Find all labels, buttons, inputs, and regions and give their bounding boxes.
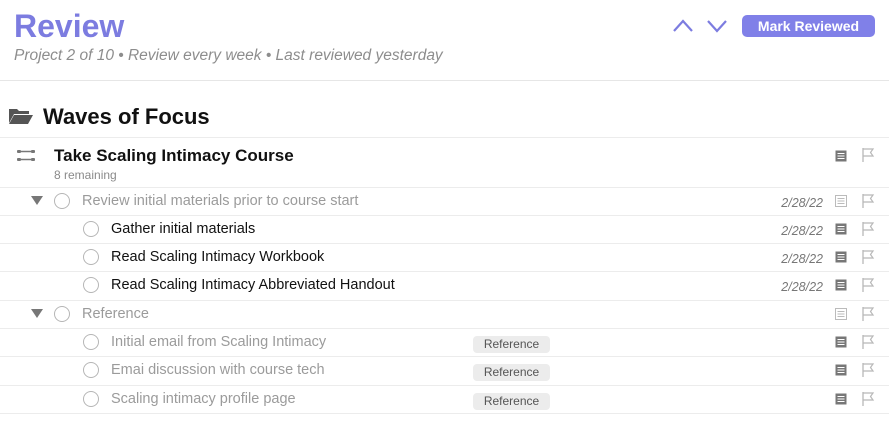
note-icon[interactable] bbox=[835, 308, 847, 320]
tag-badge[interactable]: Reference bbox=[473, 364, 550, 381]
flag-icon[interactable] bbox=[861, 362, 875, 378]
chevron-down-icon bbox=[707, 20, 727, 33]
action-label: Read Scaling Intimacy Abbreviated Handou… bbox=[111, 277, 395, 293]
flag-icon[interactable] bbox=[861, 147, 875, 163]
folder-name: Waves of Focus bbox=[43, 104, 210, 129]
action-row[interactable]: Read Scaling Intimacy Workbook 2/28/22 bbox=[0, 243, 889, 272]
disclosure-triangle-icon[interactable] bbox=[31, 309, 43, 318]
flag-icon[interactable] bbox=[861, 391, 875, 407]
due-date: 2/28/22 bbox=[781, 196, 823, 210]
action-row[interactable]: Emai discussion with course tech Referen… bbox=[0, 356, 889, 385]
due-date: 2/28/22 bbox=[781, 280, 823, 294]
status-circle[interactable] bbox=[83, 362, 99, 378]
flag-icon[interactable] bbox=[861, 193, 875, 209]
flag-icon[interactable] bbox=[861, 334, 875, 350]
note-icon[interactable] bbox=[835, 223, 847, 235]
action-row[interactable]: Scaling intimacy profile page Reference bbox=[0, 385, 889, 414]
status-circle[interactable] bbox=[54, 193, 70, 209]
action-label: Review initial materials prior to course… bbox=[82, 193, 359, 209]
page-title: Review bbox=[14, 8, 125, 44]
note-icon[interactable] bbox=[835, 364, 847, 376]
note-icon[interactable] bbox=[835, 279, 847, 291]
action-label: Scaling intimacy profile page bbox=[111, 391, 296, 407]
action-group-row[interactable]: Review initial materials prior to course… bbox=[0, 187, 889, 216]
previous-project-button[interactable] bbox=[672, 17, 694, 35]
disclosure-triangle-icon[interactable] bbox=[31, 196, 43, 205]
project-remaining-count: 8 remaining bbox=[54, 168, 117, 182]
project-parallel-icon bbox=[17, 150, 35, 161]
action-label: Initial email from Scaling Intimacy bbox=[111, 334, 327, 350]
note-icon[interactable] bbox=[835, 251, 847, 263]
flag-icon[interactable] bbox=[861, 277, 875, 293]
flag-icon[interactable] bbox=[861, 249, 875, 265]
next-project-button[interactable] bbox=[706, 17, 728, 35]
note-icon[interactable] bbox=[835, 336, 847, 348]
project-row[interactable]: Take Scaling Intimacy Course 8 remaining bbox=[0, 137, 889, 188]
mark-reviewed-button[interactable]: Mark Reviewed bbox=[742, 15, 875, 37]
folder-icon bbox=[9, 109, 33, 124]
chevron-up-icon bbox=[673, 19, 693, 32]
project-name: Take Scaling Intimacy Course bbox=[54, 146, 294, 165]
note-icon[interactable] bbox=[835, 393, 847, 405]
folder-row[interactable]: Waves of Focus bbox=[0, 100, 889, 136]
action-row[interactable]: Read Scaling Intimacy Abbreviated Handou… bbox=[0, 271, 889, 300]
action-group-row[interactable]: Reference bbox=[0, 300, 889, 329]
action-label: Reference bbox=[82, 306, 149, 322]
review-subtitle: Project 2 of 10 • Review every week • La… bbox=[14, 47, 443, 64]
action-label: Read Scaling Intimacy Workbook bbox=[111, 249, 325, 265]
review-header: Review Project 2 of 10 • Review every we… bbox=[0, 0, 889, 81]
note-icon[interactable] bbox=[835, 150, 847, 162]
due-date: 2/28/22 bbox=[781, 224, 823, 238]
flag-icon[interactable] bbox=[861, 221, 875, 237]
action-label: Gather initial materials bbox=[111, 221, 256, 237]
divider bbox=[0, 413, 889, 414]
action-row[interactable]: Initial email from Scaling Intimacy Refe… bbox=[0, 328, 889, 357]
action-label: Emai discussion with course tech bbox=[111, 362, 325, 378]
status-circle[interactable] bbox=[83, 391, 99, 407]
status-circle[interactable] bbox=[83, 334, 99, 350]
due-date: 2/28/22 bbox=[781, 252, 823, 266]
status-circle[interactable] bbox=[83, 249, 99, 265]
status-circle[interactable] bbox=[83, 277, 99, 293]
status-circle[interactable] bbox=[54, 306, 70, 322]
tag-badge[interactable]: Reference bbox=[473, 336, 550, 353]
flag-icon[interactable] bbox=[861, 306, 875, 322]
action-row[interactable]: Gather initial materials 2/28/22 bbox=[0, 215, 889, 244]
note-icon[interactable] bbox=[835, 195, 847, 207]
status-circle[interactable] bbox=[83, 221, 99, 237]
tag-badge[interactable]: Reference bbox=[473, 393, 550, 410]
